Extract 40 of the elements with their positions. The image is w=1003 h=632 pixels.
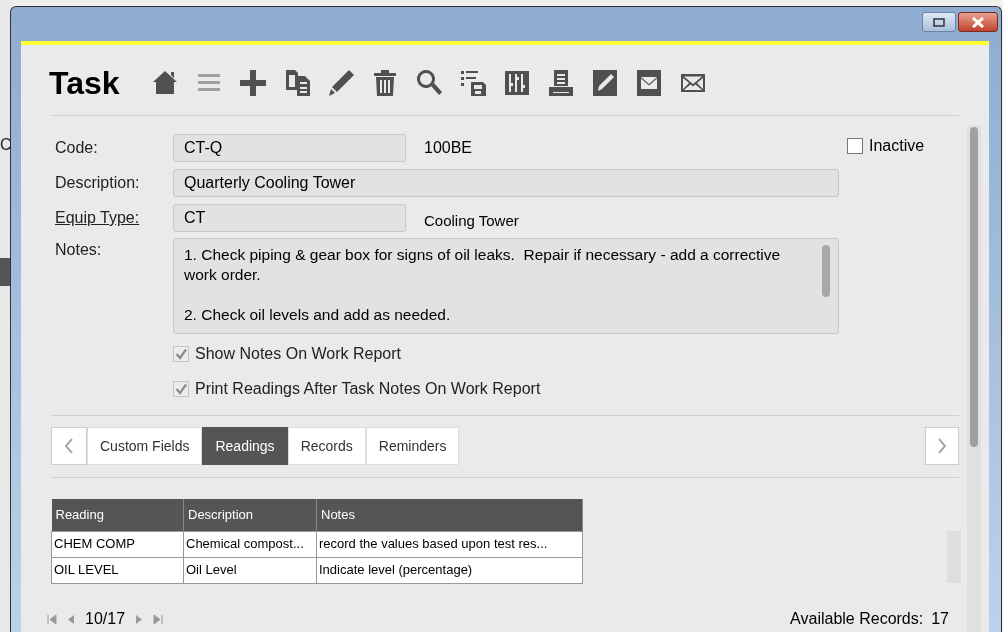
table-cell: record the values based upon test res... xyxy=(316,531,583,557)
tab[interactable]: Reminders xyxy=(365,427,460,465)
field-label: Description: xyxy=(55,173,141,193)
tab[interactable]: Custom Fields xyxy=(87,427,203,465)
restore-icon xyxy=(933,17,945,27)
available-records-count: 17 xyxy=(931,609,949,629)
table-cell: OIL LEVEL xyxy=(51,557,184,583)
description-field[interactable]: Quarterly Cooling Tower xyxy=(173,169,839,197)
plus-icon[interactable] xyxy=(237,68,268,98)
column-header[interactable]: Reading xyxy=(51,499,184,531)
notes-field[interactable]: 1. Check piping & gear box for signs of oil leaks. Repair if necessary - add a corrective work order. 2. Check oil levels and add as needed. xyxy=(173,238,839,334)
checkbox[interactable] xyxy=(847,138,863,154)
equip-type-extra: Cooling Tower xyxy=(424,210,519,231)
column-header[interactable]: Notes xyxy=(316,499,583,531)
available-records-label: Available Records: xyxy=(790,609,924,629)
table-cell: Oil Level xyxy=(183,557,317,583)
equip-type-link[interactable]: Equip Type: xyxy=(55,206,173,230)
field-label: Code: xyxy=(55,138,99,158)
checkbox-label: Print Readings After Task Notes On Work Report xyxy=(195,379,541,399)
table-cell: Chemical compost... xyxy=(183,531,317,557)
scrollbar-thumb[interactable] xyxy=(822,245,830,297)
code-extra: 100BE xyxy=(424,138,473,158)
equip-type-field[interactable]: CT xyxy=(173,204,406,232)
table-cell: Indicate level (percentage) xyxy=(316,557,583,583)
scrollbar-thumb[interactable] xyxy=(970,127,978,447)
chevron-left-icon xyxy=(64,438,74,454)
page-title: Task xyxy=(49,67,120,99)
column-header[interactable]: Description xyxy=(183,499,317,531)
chevron-right-icon xyxy=(937,438,947,454)
table-cell: CHEM COMP xyxy=(51,531,184,557)
page-position: 10/17 xyxy=(85,609,126,629)
code-field[interactable]: CT-Q xyxy=(173,134,406,162)
tab[interactable]: Records xyxy=(287,427,366,465)
field-label: Notes: xyxy=(55,240,103,260)
close-button[interactable] xyxy=(958,12,998,32)
checkbox-label: Show Notes On Work Report xyxy=(195,344,401,364)
close-icon xyxy=(971,16,985,28)
checkbox-label: Inactive xyxy=(869,136,925,156)
restore-button[interactable] xyxy=(922,12,956,32)
tab[interactable]: Readings xyxy=(202,427,288,465)
